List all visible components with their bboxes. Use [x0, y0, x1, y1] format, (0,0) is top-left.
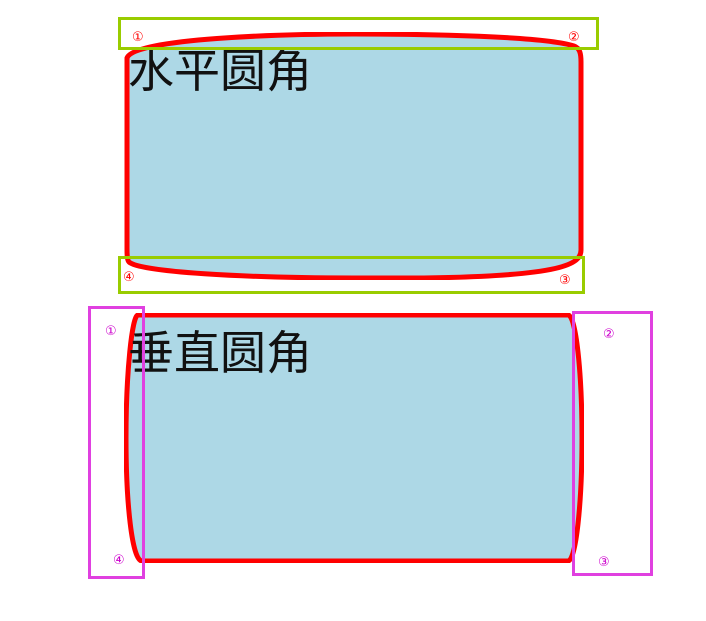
left-radius-frame — [88, 306, 145, 579]
marker-1-vertical: ① — [105, 324, 117, 339]
marker-3-horizontal: ③ — [559, 273, 571, 288]
marker-3-vertical: ③ — [598, 555, 610, 570]
horizontal-rounded-box: 水平圆角 — [124, 32, 584, 280]
marker-4-vertical: ④ — [113, 553, 125, 568]
top-radius-frame — [118, 17, 599, 50]
marker-4-horizontal: ④ — [123, 270, 135, 285]
right-radius-frame — [572, 311, 653, 576]
marker-2-vertical: ② — [603, 327, 615, 342]
vertical-rounded-box: 垂直圆角 — [124, 313, 584, 563]
horizontal-box-label: 水平圆角 — [128, 44, 312, 98]
marker-2-horizontal: ② — [568, 30, 580, 45]
bottom-radius-frame — [118, 256, 585, 294]
vertical-box-label: 垂直圆角 — [128, 326, 312, 380]
marker-1-horizontal: ① — [132, 30, 144, 45]
